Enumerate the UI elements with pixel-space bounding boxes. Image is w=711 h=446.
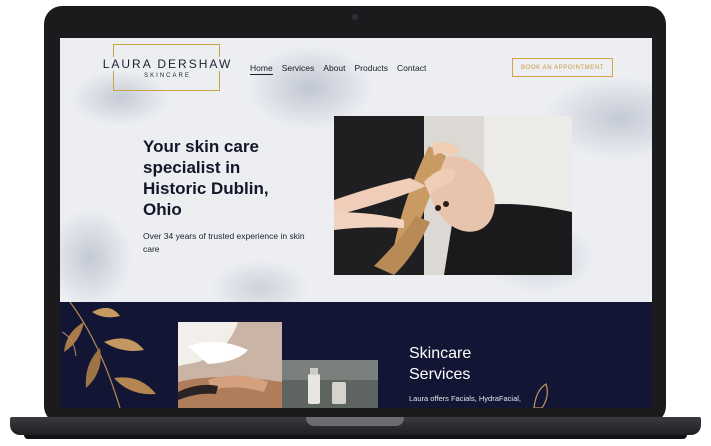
brand-name: LAURA DERSHAW	[100, 57, 235, 71]
camera-icon	[352, 14, 358, 20]
laptop-frame: LAURA DERSHAW SKINCARE Home Services Abo…	[0, 0, 711, 446]
product-photo	[282, 360, 378, 408]
book-appointment-button[interactable]: BOOK AN APPOINTMENT	[512, 58, 613, 77]
massage-photo	[178, 322, 282, 408]
laptop-notch	[306, 417, 404, 426]
hero-section: LAURA DERSHAW SKINCARE Home Services Abo…	[60, 38, 652, 302]
hero-headline: Your skin care specialist in Historic Du…	[143, 137, 269, 219]
hero-facial-photo	[334, 116, 572, 275]
brand-logo[interactable]: LAURA DERSHAW SKINCARE	[100, 44, 235, 91]
main-nav: Home Services About Products Contact	[250, 63, 426, 75]
nav-item-services[interactable]: Services	[282, 63, 315, 75]
services-title: Skincare Services	[409, 343, 529, 385]
leaf-accent-icon	[533, 383, 548, 408]
brand-tagline: SKINCARE	[144, 73, 191, 79]
services-section: Skincare Services Laura offers Facials, …	[60, 302, 652, 408]
nav-item-products[interactable]: Products	[355, 63, 389, 75]
services-title-line2: Services	[409, 366, 471, 383]
laptop-foot	[24, 435, 687, 439]
nav-item-home[interactable]: Home	[250, 63, 273, 75]
hero-subline: Over 34 years of trusted experience in s…	[143, 231, 305, 254]
nav-item-about[interactable]: About	[323, 63, 345, 75]
website-screen: LAURA DERSHAW SKINCARE Home Services Abo…	[60, 38, 652, 408]
leaf-decoration-icon	[61, 302, 156, 408]
services-title-line1: Skincare	[409, 345, 472, 362]
nav-item-contact[interactable]: Contact	[397, 63, 426, 75]
